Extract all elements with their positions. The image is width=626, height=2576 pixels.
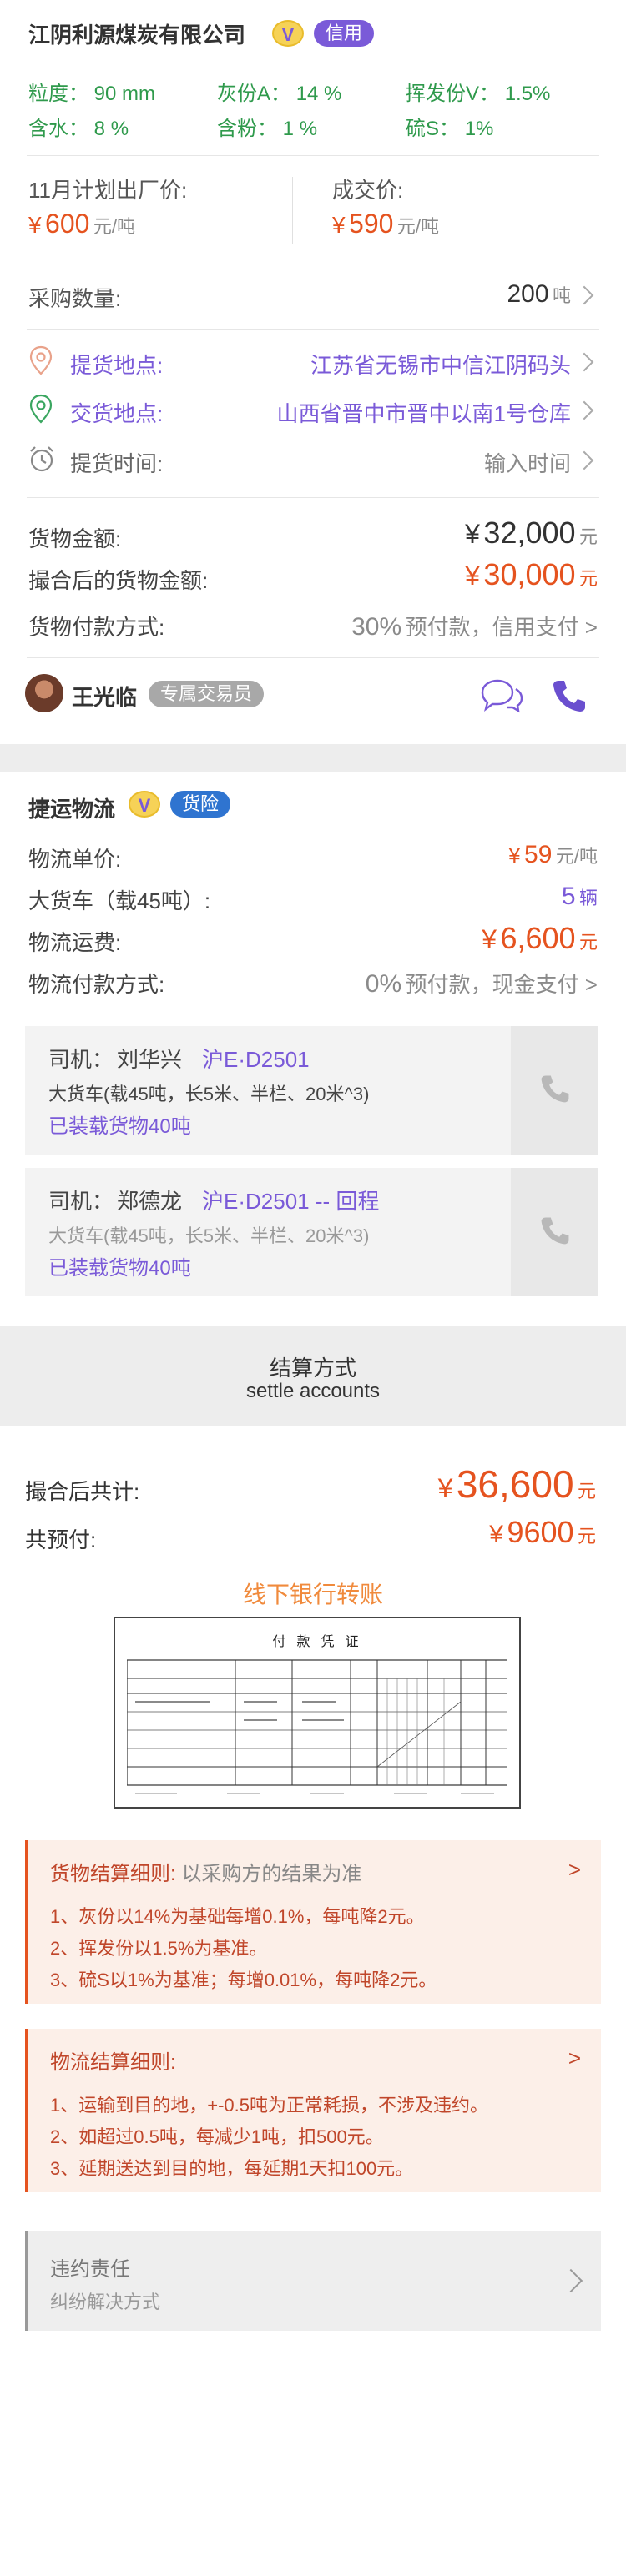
payment-method[interactable]: 30% 预付款，信用支付 > [351,611,598,641]
divider [27,329,599,330]
truck-description: 大货车(载45吨，长5米、半栏、20米^3) [48,1225,370,1246]
chevron-right-icon[interactable] [574,285,594,305]
pickup-label: 提货地点: [70,353,164,378]
vip-badge: V [272,20,304,47]
settle-title: 结算方式 [269,1356,356,1381]
truck-description: 大货车(载45吨，长5米、半栏、20米^3) [48,1084,370,1104]
rule-item: 2、挥发份以1.5%为基准。 [50,1938,268,1959]
plate-number: 沪E·D2501 -- 回程 [202,1189,380,1214]
plan-price-label: 11月计划出厂价: [28,178,188,203]
logistics-rules-title: 物流结算细则: [50,2051,176,2074]
matched-amount: ¥ 30,000 元 [465,557,598,591]
logistics-name: 捷运物流 [28,797,116,822]
chevron-right-icon[interactable] [574,352,594,372]
phone-icon [541,1075,569,1103]
pickup-location[interactable]: 江苏省无锡市中信江阴码头 [310,349,571,380]
goods-amount: ¥ 32,000 元 [465,516,598,550]
goods-amount-label: 货物金额: [28,526,122,551]
location-pin-icon [29,345,53,375]
agent-role-badge: 专属交易员 [149,681,265,707]
spec-granularity: 粒度： 90 mm [28,83,156,105]
call-driver-button[interactable] [511,1168,598,1296]
divider [27,657,599,658]
logistics-unit-price: ¥ 59 元/吨 [508,841,598,868]
goods-rules-header: 货物结算细则: 以采购方的结果为准 [50,1863,362,1885]
breach-liability-card[interactable]: 违约责任 纠纷解决方式 [25,2231,601,2331]
delivery-location[interactable]: 山西省晋中市晋中以南1号仓库 [277,397,571,428]
total-matched: ¥ 36,600 元 [437,1462,596,1506]
deal-price: ¥ 590 元/吨 [332,209,439,239]
vip-badge: V [129,791,160,818]
payment-method-label: 货物付款方式: [28,615,165,640]
rule-item: 1、运输到目的地，+-0.5吨为正常耗损，不涉及违约。 [50,2095,488,2116]
chevron-right-icon[interactable] [574,450,594,470]
voucher-title: 付 款 凭 证 [272,1633,362,1649]
logistics-payment-label: 物流付款方式: [28,972,165,997]
truck-label: 大货车（载45吨）: [28,888,211,913]
rule-item: 3、延期送达到目的地，每延期1天扣100元。 [50,2158,414,2179]
divider [27,155,599,156]
driver-name: 刘华兴 [117,1047,183,1072]
driver-card[interactable]: 司机： 郑德龙 沪E·D2501 -- 回程 大货车(载45吨，长5米、半栏、2… [25,1168,598,1296]
settle-header: 结算方式 settle accounts [0,1326,626,1426]
driver-label: 司机： [48,1189,114,1214]
settle-subtitle: settle accounts [245,1380,381,1402]
chevron-right-icon[interactable] [558,2268,583,2293]
rule-item: 1、灰份以14%为基础每增0.1%，每吨降2元。 [50,1906,425,1927]
spec-ash: 灰份A： 14 % [217,83,342,105]
spec-volatile: 挥发份V： 1.5% [406,83,551,105]
purchase-quantity[interactable]: 200 吨 [507,280,571,309]
alarm-clock-icon [30,446,53,472]
divider [27,497,599,498]
pickup-time-input[interactable]: 输入时间 [484,447,571,478]
insurance-tag: 货险 [170,791,231,818]
spec-sulfur: 硫S： 1% [406,118,494,140]
truck-count: 5 辆 [561,883,598,910]
company-name: 江阴利源煤炭有限公司 [28,23,246,48]
driver-name: 郑德龙 [117,1189,183,1214]
phone-icon[interactable] [551,677,588,714]
payment-voucher-image[interactable]: 付 款 凭 证 [114,1617,521,1809]
delivery-label: 交货地点: [70,401,164,426]
load-status: 已装载货物40吨 [48,1257,191,1280]
voucher-table-graphic [127,1659,507,1794]
expand-arrow-icon[interactable]: > [568,1857,581,1883]
total-prepay: ¥ 9600 元 [489,1515,596,1549]
avatar [25,674,63,712]
phone-icon [541,1217,569,1245]
call-driver-button[interactable] [511,1026,598,1155]
total-matched-label: 撮合后共计: [25,1479,140,1504]
chevron-right-icon[interactable] [574,400,594,420]
rule-item: 2、如超过0.5吨，每减少1吨，扣500元。 [50,2126,384,2147]
spec-water: 含水： 8 % [28,118,129,140]
section-spacer [0,744,626,772]
logistics-settlement-rules[interactable]: 物流结算细则: > 1、运输到目的地，+-0.5吨为正常耗损，不涉及违约。 2、… [25,2029,601,2192]
breach-title: 违约责任 [50,2258,130,2281]
logistics-fee: ¥ 6,600 元 [482,921,598,955]
driver-card[interactable]: 司机： 刘华兴 沪E·D2501 大货车(载45吨，长5米、半栏、20米^3) … [25,1026,598,1155]
expand-arrow-icon[interactable]: > [568,2045,581,2071]
rule-item: 3、硫S以1%为基准；每增0.01%，每吨降2元。 [50,1970,437,1990]
load-status: 已装载货物40吨 [48,1115,191,1138]
bank-transfer-title: 线下银行转账 [242,1582,383,1607]
plate-number: 沪E·D2501 [202,1047,310,1072]
location-pin-icon [29,394,53,424]
deal-price-label: 成交价: [332,178,404,203]
dispute-resolution-label: 纠纷解决方式 [50,2292,161,2312]
spec-powder: 含粉： 1 % [217,118,318,140]
matched-amount-label: 撮合后的货物金额: [28,568,209,593]
chat-icon[interactable] [479,677,524,714]
logistics-unit-price-label: 物流单价: [28,847,122,872]
logistics-payment-method[interactable]: 0% 预付款，现金支付 > [366,968,598,999]
purchase-label: 采购数量: [28,286,122,311]
plan-price: ¥ 600 元/吨 [28,209,135,239]
pickup-time-label: 提货时间: [70,451,164,476]
logistics-fee-label: 物流运费: [28,930,122,955]
goods-settlement-rules[interactable]: 货物结算细则: 以采购方的结果为准 > 1、灰份以14%为基础每增0.1%，每吨… [25,1840,601,2004]
driver-label: 司机： [48,1047,114,1072]
agent-name: 王光临 [72,685,138,710]
price-divider [292,177,293,244]
credit-tag: 信用 [314,20,375,47]
total-prepay-label: 共预付: [25,1527,97,1552]
